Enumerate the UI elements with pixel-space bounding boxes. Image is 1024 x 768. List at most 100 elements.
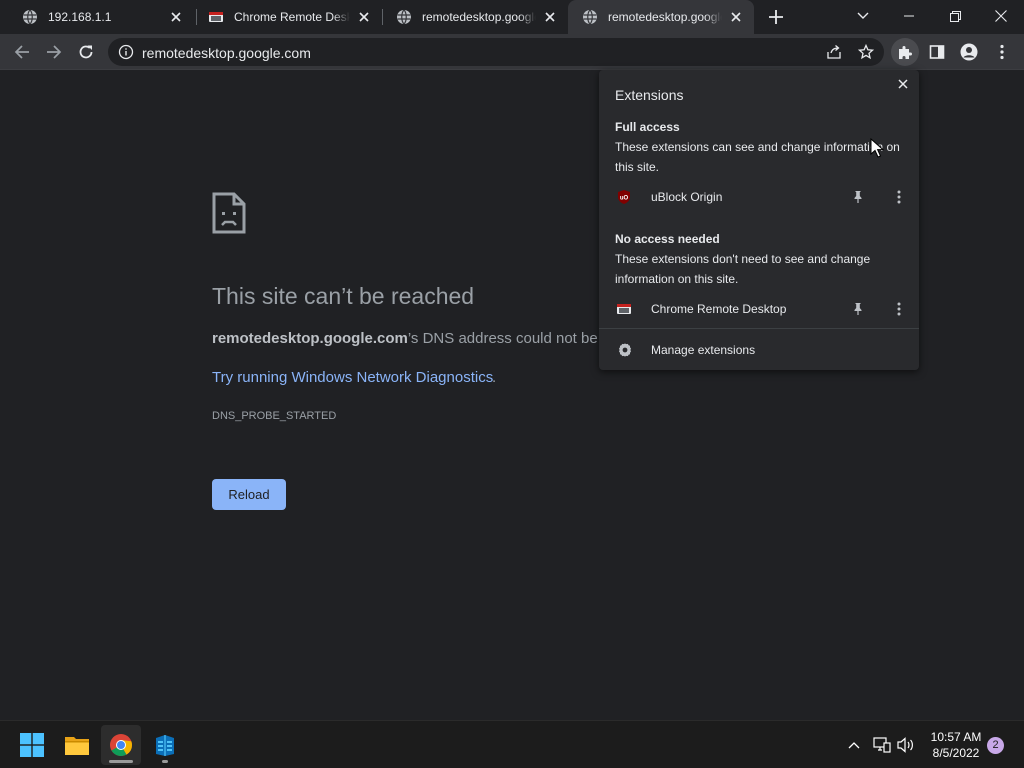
- restore-icon: [949, 10, 961, 22]
- full-access-heading: Full access: [615, 120, 680, 134]
- no-access-description: These extensions don't need to see and c…: [615, 252, 871, 286]
- extension-row-chrome-remote-desktop[interactable]: Chrome Remote Desktop: [599, 295, 919, 323]
- more-vertical-icon[interactable]: [891, 189, 907, 205]
- error-heading: This site can’t be reached: [212, 283, 475, 309]
- error-domain: remotedesktop.google.com: [212, 330, 408, 347]
- chevron-up-icon: [848, 742, 860, 749]
- info-icon[interactable]: [118, 44, 134, 60]
- close-icon[interactable]: [542, 9, 558, 25]
- error-code: DNS_PROBE_STARTED: [212, 410, 337, 422]
- no-access-heading: No access needed: [615, 232, 720, 246]
- taskbar-remote-app[interactable]: [145, 725, 185, 765]
- tab-title: Chrome Remote Desktop: [234, 10, 350, 24]
- taskbar: 10:57 AM 8/5/2022 2: [0, 720, 1024, 768]
- notification-badge[interactable]: 2: [987, 737, 1004, 754]
- clock-date: 8/5/2022: [932, 746, 980, 760]
- tab-title: 192.168.1.1: [48, 10, 112, 24]
- share-button[interactable]: [824, 42, 844, 62]
- remote-desktop-app-icon: [156, 735, 174, 756]
- taskbar-file-explorer[interactable]: [57, 725, 97, 765]
- extension-row-ublock[interactable]: uO uBlock Origin: [599, 183, 919, 211]
- diagnostics-period: .: [492, 369, 497, 386]
- menu-divider: [599, 328, 919, 329]
- arrow-right-icon: [47, 45, 62, 59]
- taskbar-chrome[interactable]: [101, 725, 141, 765]
- extension-name: uBlock Origin: [651, 190, 723, 204]
- sad-page-icon: [212, 192, 246, 234]
- chrome-icon: [110, 734, 132, 756]
- error-detail: remotedesktop.google.com’s DNS address c…: [212, 330, 602, 347]
- mouse-cursor-icon: [870, 138, 884, 158]
- menu-button[interactable]: [988, 38, 1016, 66]
- globe-icon: [583, 9, 597, 25]
- tab-remotedesktop-1[interactable]: remotedesktop.google.com: [382, 0, 568, 34]
- clock-time: 10:57 AM: [930, 730, 982, 744]
- more-vertical-icon: [1000, 44, 1004, 60]
- reload-toolbar-button[interactable]: [72, 38, 100, 66]
- forward-button[interactable]: [40, 38, 68, 66]
- close-icon[interactable]: [356, 9, 372, 25]
- tab-title: remotedesktop.google.com: [422, 10, 536, 24]
- tab-search-button[interactable]: [840, 0, 886, 32]
- avatar-icon: [960, 43, 978, 61]
- network-icon: [873, 737, 891, 753]
- plus-icon: [769, 10, 783, 24]
- extensions-button[interactable]: [891, 38, 919, 66]
- tab-router[interactable]: 192.168.1.1: [8, 0, 194, 34]
- manage-extensions-item[interactable]: Manage extensions: [599, 336, 919, 364]
- tab-remotedesktop-active[interactable]: remotedesktop.google.com: [568, 0, 754, 34]
- full-access-description: These extensions can see and change info…: [615, 140, 900, 174]
- show-hidden-icons-button[interactable]: [844, 735, 864, 755]
- network-diagnostics-link[interactable]: Try running Windows Network Diagnostics: [212, 369, 493, 386]
- globe-icon: [397, 9, 411, 25]
- close-window-button[interactable]: [978, 0, 1024, 32]
- close-icon[interactable]: [728, 9, 744, 25]
- profile-button[interactable]: [955, 38, 983, 66]
- url-text[interactable]: remotedesktop.google.com: [142, 45, 311, 61]
- pin-icon[interactable]: [850, 189, 866, 205]
- share-icon: [827, 45, 841, 59]
- taskbar-clock[interactable]: 10:57 AM 8/5/2022: [920, 729, 992, 761]
- volume-button[interactable]: [896, 735, 916, 755]
- start-button[interactable]: [12, 725, 52, 765]
- tab-chrome-remote-desktop[interactable]: Chrome Remote Desktop: [194, 0, 382, 34]
- ublock-origin-icon: uO: [618, 190, 630, 204]
- chrome-remote-desktop-icon: [617, 304, 631, 314]
- chevron-down-icon: [857, 12, 869, 19]
- close-icon: [995, 10, 1007, 22]
- minimize-icon: [904, 15, 914, 17]
- browser-toolbar: remotedesktop.google.com: [0, 34, 1024, 70]
- reload-icon: [79, 45, 93, 59]
- close-menu-button[interactable]: [893, 74, 913, 94]
- restore-button[interactable]: [932, 0, 978, 32]
- close-icon[interactable]: [168, 9, 184, 25]
- close-icon: [898, 79, 908, 89]
- side-panel-button[interactable]: [923, 38, 951, 66]
- running-indicator: [162, 760, 168, 763]
- back-button[interactable]: [8, 38, 36, 66]
- active-indicator: [109, 760, 133, 763]
- pin-icon[interactable]: [850, 301, 866, 317]
- reload-button[interactable]: Reload: [212, 479, 286, 510]
- gear-icon: [619, 343, 631, 357]
- error-detail-suffix: ’s DNS address could not be found.: [407, 330, 602, 347]
- minimize-button[interactable]: [886, 0, 932, 32]
- address-bar[interactable]: remotedesktop.google.com: [108, 38, 884, 66]
- extensions-menu-title: Extensions: [615, 87, 684, 103]
- bookmark-button[interactable]: [856, 42, 876, 62]
- network-button[interactable]: [872, 735, 892, 755]
- side-panel-icon: [929, 45, 945, 59]
- more-vertical-icon[interactable]: [891, 301, 907, 317]
- svg-text:uO: uO: [620, 196, 629, 202]
- manage-extensions-label: Manage extensions: [651, 343, 756, 357]
- arrow-left-icon: [14, 45, 29, 59]
- file-explorer-icon: [65, 737, 89, 755]
- windows-start-icon: [20, 733, 44, 757]
- extension-name: Chrome Remote Desktop: [651, 302, 787, 316]
- extensions-menu: Extensions Full access These extensions …: [599, 70, 919, 370]
- star-icon: [858, 44, 874, 60]
- puzzle-icon: [899, 46, 912, 59]
- new-tab-button[interactable]: [766, 7, 786, 27]
- chrome-remote-desktop-icon: [209, 12, 223, 22]
- globe-icon: [23, 9, 37, 25]
